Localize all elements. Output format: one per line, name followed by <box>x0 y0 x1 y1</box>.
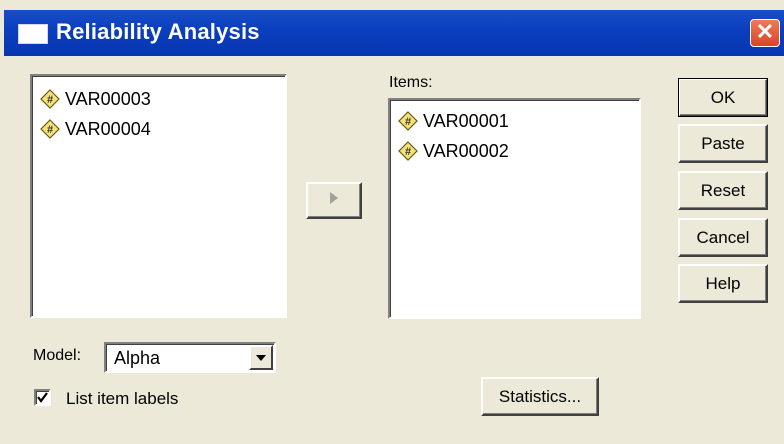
chevron-down-icon <box>255 349 267 367</box>
list-item-label: VAR00004 <box>65 118 151 139</box>
numeric-variable-icon: # <box>40 119 60 139</box>
help-button[interactable]: Help <box>678 264 768 303</box>
list-item-labels-label[interactable]: List item labels <box>66 389 178 409</box>
list-item[interactable]: # VAR00004 <box>40 114 285 144</box>
statistics-button[interactable]: Statistics... <box>481 377 599 416</box>
numeric-variable-icon: # <box>398 111 418 131</box>
dropdown-button[interactable] <box>249 345 273 370</box>
reliability-analysis-dialog: Reliability Analysis ✕ # VAR00003 # VAR0… <box>0 0 784 444</box>
list-item-label: VAR00002 <box>423 140 509 161</box>
model-label: Model: <box>33 347 82 364</box>
list-item-label: VAR00003 <box>65 88 151 109</box>
checkmark-icon <box>36 391 49 404</box>
close-button[interactable]: ✕ <box>750 19 780 47</box>
list-item[interactable]: # VAR00002 <box>398 136 639 166</box>
svg-text:#: # <box>47 124 53 136</box>
list-item-labels-checkbox[interactable] <box>34 389 51 406</box>
numeric-variable-icon: # <box>40 89 60 109</box>
move-to-items-button[interactable] <box>306 182 362 219</box>
arrow-right-icon <box>328 191 340 210</box>
paste-button[interactable]: Paste <box>678 124 768 163</box>
source-variable-list[interactable]: # VAR00003 # VAR00004 <box>30 74 287 318</box>
numeric-variable-icon: # <box>398 141 418 161</box>
list-item[interactable]: # VAR00003 <box>40 84 285 114</box>
window-icon <box>18 24 48 44</box>
model-selected-value: Alpha <box>114 348 161 368</box>
window-title: Reliability Analysis <box>56 19 260 44</box>
list-item[interactable]: # VAR00001 <box>398 106 639 136</box>
svg-text:#: # <box>405 146 411 158</box>
cancel-button[interactable]: Cancel <box>678 218 768 257</box>
title-bar[interactable]: Reliability Analysis ✕ <box>4 10 784 56</box>
items-label: Items: <box>389 74 433 91</box>
list-item-label: VAR00001 <box>423 110 509 131</box>
ok-button[interactable]: OK <box>678 78 768 117</box>
svg-text:#: # <box>47 94 53 106</box>
model-select[interactable]: Alpha <box>104 342 276 373</box>
svg-text:#: # <box>405 116 411 128</box>
reset-button[interactable]: Reset <box>678 171 768 210</box>
items-list[interactable]: # VAR00001 # VAR00002 <box>388 98 641 319</box>
